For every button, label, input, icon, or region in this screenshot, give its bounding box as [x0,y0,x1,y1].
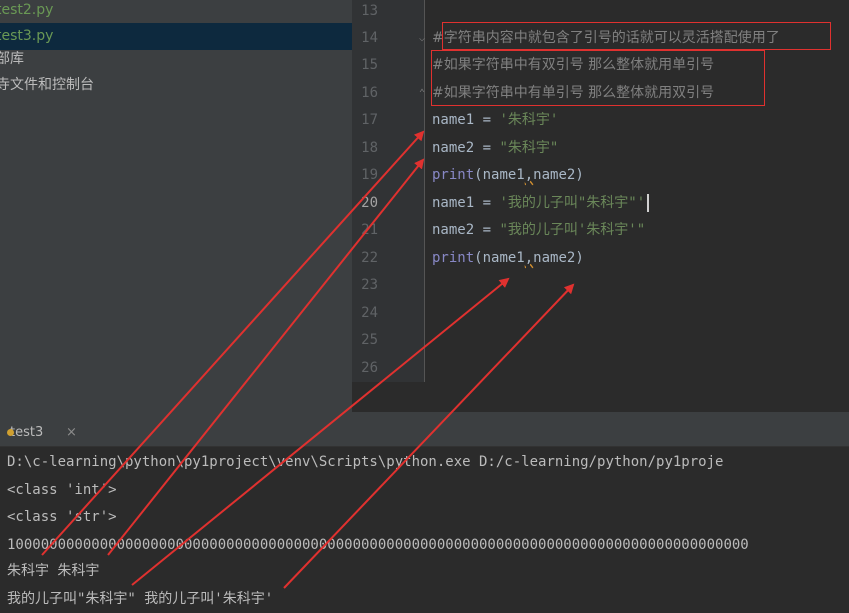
tree-item-external-libraries[interactable]: 部库 [0,46,352,73]
code-line-22: print(name1,name2) [432,250,584,266]
line-number: 17 [361,112,378,128]
annotation-box-line-14 [442,22,831,50]
code-line-21: name2 = "我的儿子叫'朱科宇'" [432,222,646,238]
line-number: 22 [361,250,378,266]
run-tool-window-header: test3 × [0,412,849,447]
console-line: 我的儿子叫"朱科宇" 我的儿子叫'朱科宇' [7,591,274,607]
code-line-20: name1 = '我的儿子叫"朱科宇"' [432,190,650,217]
line-number: 18 [361,140,378,156]
fold-start-icon[interactable]: ⌵ [419,34,429,44]
code-line-18: name2 = "朱科宇" [432,140,559,156]
line-number: 24 [361,305,378,321]
tree-item-test2[interactable]: test2.py [0,0,352,24]
fold-end-icon[interactable]: ⌃ [419,89,429,99]
line-number: 19 [361,167,378,183]
code-line-17: name1 = '朱科宇' [432,112,559,128]
close-icon[interactable]: × [66,421,77,445]
line-number: 16 [361,85,378,101]
console-line: <class 'int'> [7,482,117,498]
line-number: 23 [361,277,378,293]
console-line: 1000000000000000000000000000000000000000… [7,537,749,553]
annotation-box-lines-15-16 [431,50,765,106]
text-caret [647,194,650,212]
code-line-19: print(name1,name2) [432,167,584,183]
editor-bottom-area [352,382,849,412]
tree-item-scratches-consoles[interactable]: 寺文件和控制台 [0,72,352,99]
line-number: 15 [361,57,378,73]
console-line: 朱科宇 朱科宇 [7,563,100,579]
console-line: <class 'str'> [7,509,117,525]
line-number: 26 [361,360,378,376]
line-number-current: 20 [361,195,378,211]
line-number: 25 [361,332,378,348]
console-line: D:\c-learning\python\py1project\venv\Scr… [7,454,724,470]
line-number: 14 [361,30,378,46]
line-number: 13 [361,3,378,19]
run-tab-label: test3 [10,425,44,440]
line-number: 21 [361,222,378,238]
run-tab-test3[interactable]: test3 × [7,421,77,445]
project-tree: test2.py test3.py 部库 寺文件和控制台 [0,0,352,412]
python-run-icon [7,429,14,436]
